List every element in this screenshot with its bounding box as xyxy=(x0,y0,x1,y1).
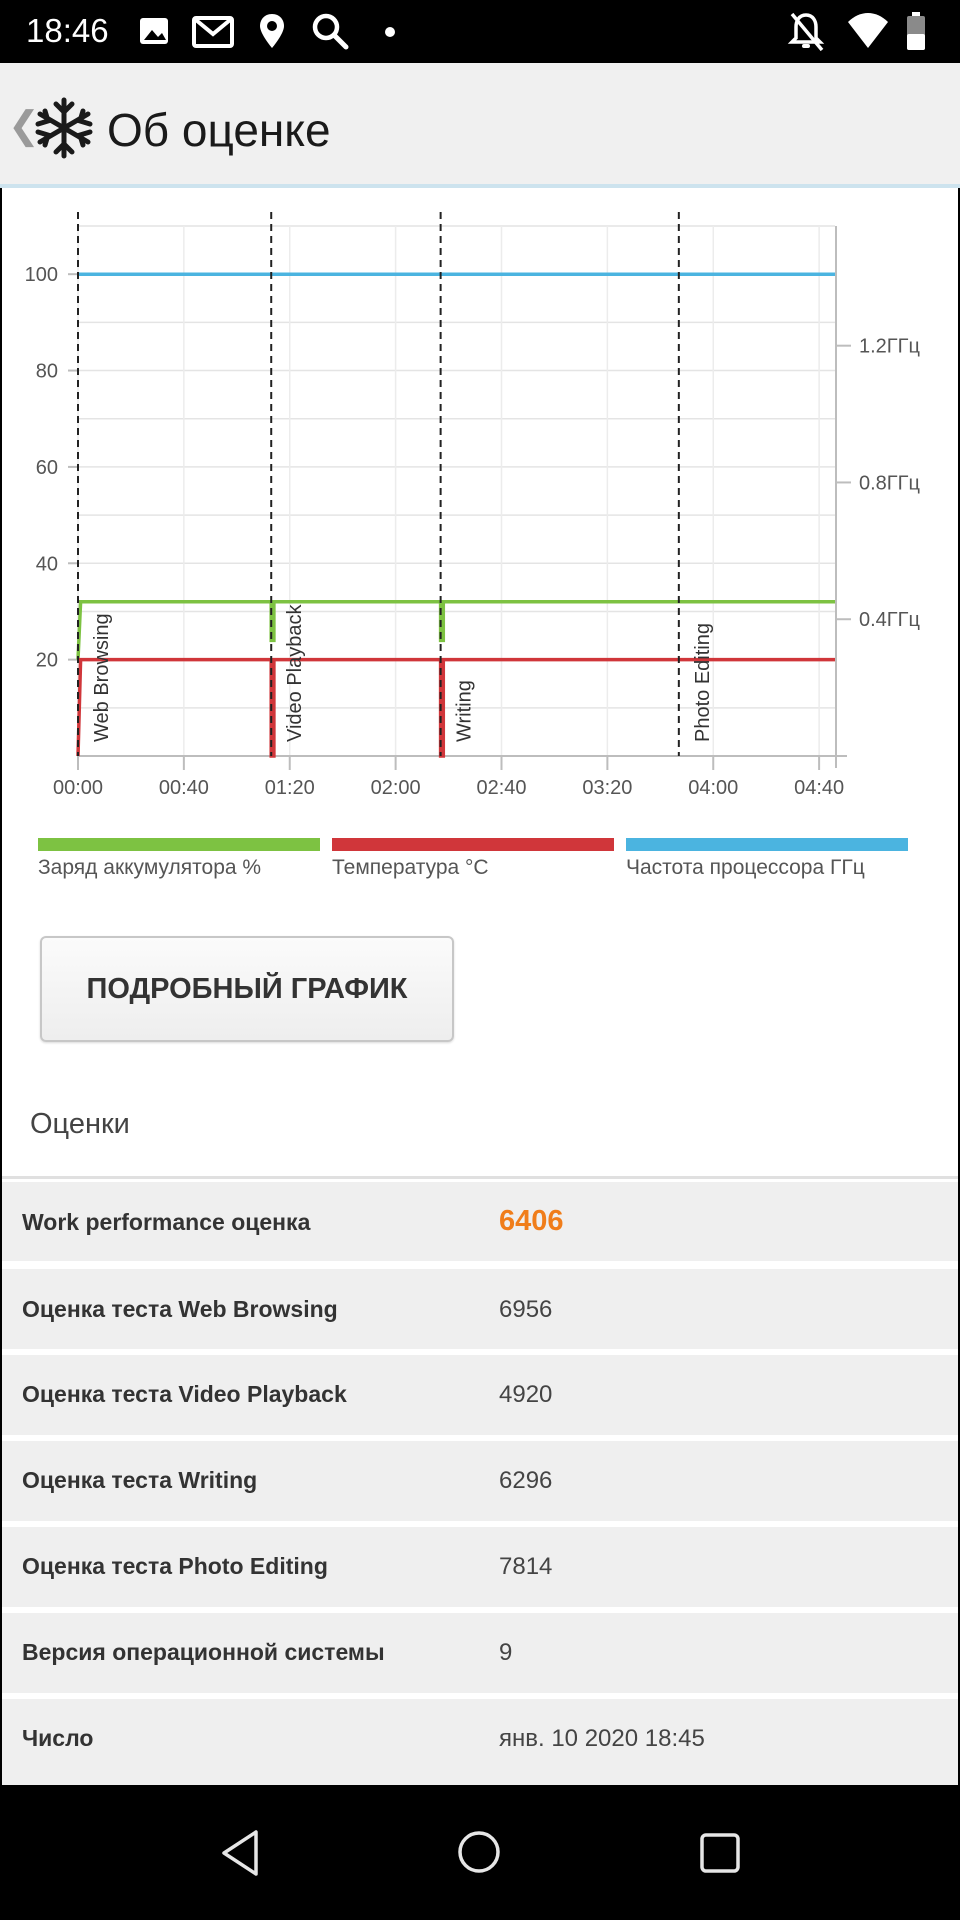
recents-square-icon[interactable] xyxy=(698,1831,742,1875)
row-label: Оценка теста Writing xyxy=(22,1467,258,1493)
legend-label-cpu: Частота процессора ГГц xyxy=(626,856,865,879)
status-time: 18:46 xyxy=(26,12,109,49)
y-left-tick-label: 60 xyxy=(36,457,58,479)
wifi-icon xyxy=(848,13,888,48)
row-value: 6296 xyxy=(499,1467,553,1494)
x-tick-label: 01:20 xyxy=(265,777,315,799)
y-left-tick-label: 80 xyxy=(36,361,58,383)
legend-label-battery: Заряд аккумулятора % xyxy=(38,856,262,879)
dot-icon xyxy=(385,27,395,37)
legend-item-temperature: Температура °C xyxy=(332,838,614,880)
snowflake-icon xyxy=(35,97,93,159)
battery-icon xyxy=(907,12,925,50)
y-left-tick-label: 100 xyxy=(25,264,58,286)
row-value: 6406 xyxy=(499,1205,564,1237)
legend-swatch-temperature xyxy=(332,838,614,851)
marker-label: Photo Editing xyxy=(692,623,714,742)
table-row: Версия операционной системы 9 xyxy=(2,1613,958,1693)
y-left-tick-label: 20 xyxy=(36,650,58,672)
y-right-tick-label: 0.4ГГц xyxy=(859,609,920,631)
row-value: янв. 10 2020 18:45 xyxy=(499,1725,705,1752)
x-tick-label: 03:20 xyxy=(582,777,632,799)
scores-title: Оценки xyxy=(30,1108,130,1140)
marker-label: Writing xyxy=(454,680,476,742)
detailed-graph-button[interactable]: ПОДРОБНЫЙ ГРАФИК xyxy=(40,936,454,1042)
row-value: 9 xyxy=(499,1639,513,1666)
image-icon xyxy=(140,18,168,44)
row-label: Оценка теста Video Playback xyxy=(22,1381,347,1407)
notifications-off-icon xyxy=(787,12,825,52)
legend-swatch-cpu xyxy=(626,838,908,851)
page-title: Об оценке xyxy=(107,104,331,156)
location-icon xyxy=(260,14,284,48)
x-tick-label: 04:40 xyxy=(794,777,844,799)
legend-label-temperature: Температура °C xyxy=(332,856,489,879)
divider xyxy=(2,1176,958,1179)
table-row: Число янв. 10 2020 18:45 xyxy=(2,1699,958,1785)
x-tick-label: 02:40 xyxy=(476,777,526,799)
legend-swatch-battery xyxy=(38,838,320,851)
y-right-tick-label: 1.2ГГц xyxy=(859,336,920,358)
app-bar: ❮ Об оценке xyxy=(0,63,960,188)
navigation-bar xyxy=(0,1785,960,1920)
table-row: Оценка теста Web Browsing 6956 xyxy=(2,1269,958,1349)
table-row: Оценка теста Video Playback 4920 xyxy=(2,1355,958,1435)
y-left-tick-label: 40 xyxy=(36,553,58,575)
row-label: Оценка теста Photo Editing xyxy=(22,1553,328,1579)
search-icon xyxy=(312,13,349,50)
row-label: Work performance оценка xyxy=(22,1209,311,1235)
gmail-icon xyxy=(192,16,234,48)
row-label: Число xyxy=(22,1725,94,1751)
row-value: 4920 xyxy=(499,1381,553,1408)
row-label: Оценка теста Web Browsing xyxy=(22,1296,338,1322)
marker-label: Web Browsing xyxy=(91,613,113,742)
table-row: Work performance оценка 6406 xyxy=(2,1182,958,1261)
x-tick-label: 02:00 xyxy=(371,777,421,799)
table-row: Оценка теста Writing 6296 xyxy=(2,1441,958,1521)
row-value: 6956 xyxy=(499,1296,553,1323)
row-value: 7814 xyxy=(499,1553,553,1580)
content-area: 20 40 60 80 100 0.4ГГц 0.8ГГц 1.2ГГц 00:00 00:40 0… xyxy=(2,188,958,1785)
legend-item-cpu: Частота процессора ГГц xyxy=(626,838,908,880)
plot-area xyxy=(78,226,835,756)
chart-legend: Заряд аккумулятора % Температура °C Част… xyxy=(38,838,928,898)
row-label: Версия операционной системы xyxy=(22,1639,385,1665)
back-triangle-icon[interactable] xyxy=(218,1828,262,1878)
x-tick-label: 04:00 xyxy=(688,777,738,799)
legend-item-battery: Заряд аккумулятора % xyxy=(38,838,320,880)
x-tick-label: 00:00 xyxy=(53,777,103,799)
status-bar: 18:46 xyxy=(0,0,960,63)
home-circle-icon[interactable] xyxy=(456,1829,502,1875)
y-right-tick-label: 0.8ГГц xyxy=(859,472,920,494)
x-tick-label: 00:40 xyxy=(159,777,209,799)
marker-label: Video Playback xyxy=(284,604,306,743)
battery-chart: 20 40 60 80 100 0.4ГГц 0.8ГГц 1.2ГГц 00:00 00:40 0… xyxy=(25,212,920,799)
table-row: Оценка теста Photo Editing 7814 xyxy=(2,1527,958,1607)
